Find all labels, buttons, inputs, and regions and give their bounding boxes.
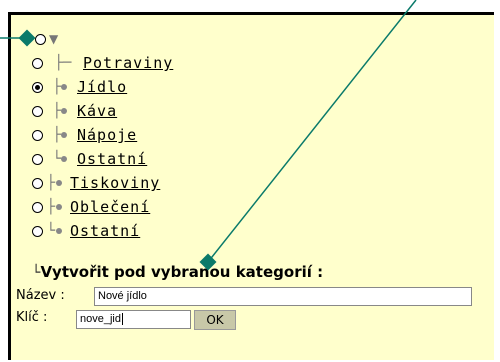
collapse-triangle-icon[interactable]: ▼ <box>49 32 58 46</box>
category-link[interactable]: Káva <box>77 102 117 120</box>
create-heading-text: Vytvořit pod vybranou kategorií : <box>40 263 324 281</box>
category-link[interactable]: Potraviny <box>83 54 173 72</box>
category-link[interactable]: Nápoje <box>77 126 137 144</box>
text-cursor <box>121 313 123 325</box>
category-radio[interactable] <box>32 81 43 93</box>
tree-item: └ Ostatní <box>32 148 147 170</box>
bullet-icon <box>61 156 67 162</box>
category-radio[interactable] <box>32 177 43 189</box>
bullet-icon <box>56 180 62 186</box>
category-radio[interactable] <box>32 225 43 237</box>
tree-item: ├ Nápoje <box>32 124 137 146</box>
category-radio[interactable] <box>32 153 43 165</box>
tree-root: ▼ <box>35 28 58 50</box>
name-input[interactable]: Nové jídlo <box>94 287 472 306</box>
ok-button[interactable]: OK <box>194 310 236 330</box>
category-link[interactable]: Jídlo <box>77 78 127 96</box>
category-radio[interactable] <box>32 57 43 69</box>
tree-item: ├ Tiskoviny <box>32 172 160 194</box>
name-label: Název : <box>16 288 65 303</box>
tree-item: ├ Jídlo <box>32 76 127 98</box>
bullet-icon <box>61 132 67 138</box>
bullet-icon <box>56 228 62 234</box>
category-link[interactable]: Tiskoviny <box>70 174 160 192</box>
tree-connector: ├─ <box>54 55 72 71</box>
category-link[interactable]: Ostatní <box>77 150 147 168</box>
category-radio[interactable] <box>32 201 43 213</box>
key-input-value: nove_jid <box>80 313 121 325</box>
bullet-icon <box>56 204 62 210</box>
tree-item: ├ Oblečení <box>32 196 150 218</box>
tree-item: ├─ Potraviny <box>32 52 173 74</box>
category-radio[interactable] <box>32 129 43 141</box>
root-radio[interactable] <box>35 33 46 45</box>
key-label: Klíč : <box>16 310 48 325</box>
bullet-icon <box>61 108 67 114</box>
bullet-icon <box>61 84 67 90</box>
tree-item: ├ Káva <box>32 100 117 122</box>
category-radio[interactable] <box>32 105 43 117</box>
tree-item: └ Ostatní <box>32 220 140 242</box>
category-link[interactable]: Ostatní <box>70 222 140 240</box>
category-link[interactable]: Oblečení <box>70 198 150 216</box>
create-heading: └Vytvořit pod vybranou kategorií : <box>32 263 323 281</box>
key-input[interactable]: nove_jid <box>76 310 191 329</box>
